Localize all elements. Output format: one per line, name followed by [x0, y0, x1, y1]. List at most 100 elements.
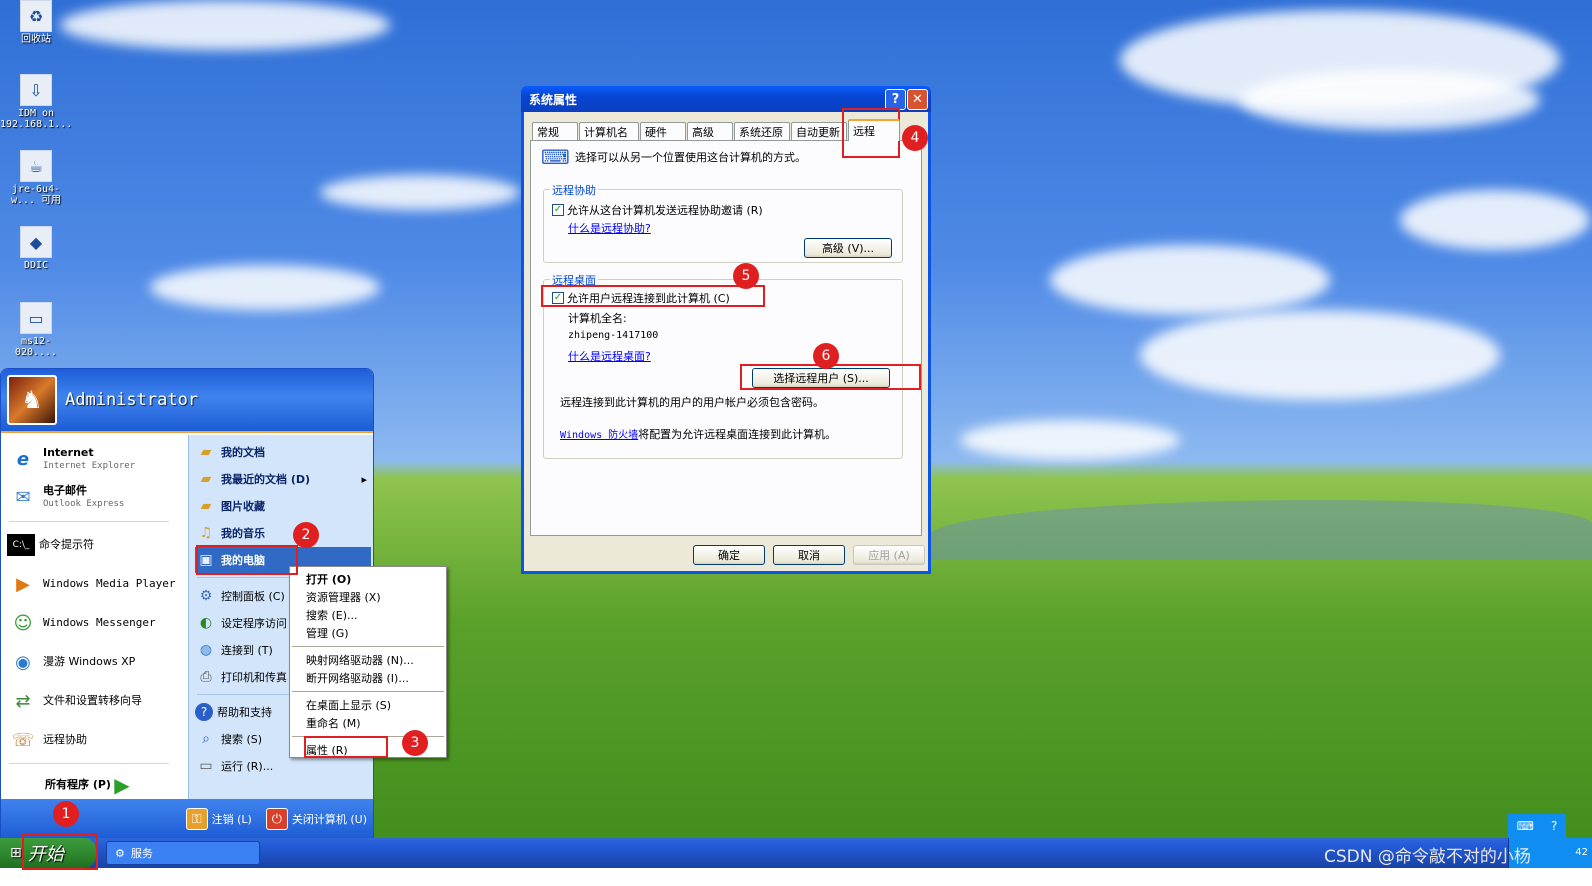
desktop-icon-ms12[interactable]: ▭ ms12-020....: [0, 302, 72, 358]
tab-system-restore[interactable]: 系统还原: [734, 122, 790, 140]
help-button[interactable]: ?: [885, 89, 906, 110]
transfer-wizard-icon: ⇄: [15, 690, 31, 712]
system-properties-dialog: 系统属性 ? ✕ 常规 计算机名 硬件 高级 系统还原 自动更新 远程 ⌨ 选择…: [521, 86, 931, 574]
ctx-disconnect-drive[interactable]: 断开网络驱动器 (I)...: [290, 669, 446, 687]
tab-general[interactable]: 常规: [532, 122, 578, 140]
all-programs-button[interactable]: 所有程序 (P) ▶: [41, 767, 161, 803]
allow-remote-assistance-checkbox[interactable]: ✓ 允许从这台计算机发送远程协助邀请 (R): [552, 202, 763, 218]
services-gear-icon: ⚙: [115, 846, 125, 860]
tray-clock: 42: [1575, 847, 1588, 858]
start-item-media-player[interactable]: ▶ Windows Media Player: [7, 566, 183, 602]
annotation-badge-4: 4: [902, 125, 928, 151]
recycle-bin-icon: ♻: [20, 0, 52, 32]
annotation-box-allow-remote: [541, 285, 765, 307]
start-place-music[interactable]: ♫ 我的音乐: [195, 520, 371, 546]
start-menu-separator: [9, 763, 169, 764]
firewall-note-text: 将配置为允许远程桌面连接到此计算机。: [638, 428, 837, 441]
start-place-label: 运行 (R)...: [221, 760, 274, 773]
ctx-separator: [292, 691, 444, 692]
tab-advanced[interactable]: 高级: [687, 122, 733, 140]
tab-remote[interactable]: 远程: [848, 119, 900, 141]
shutdown-button[interactable]: ⏻ 关闭计算机 (U): [265, 808, 367, 830]
watermark: CSDN @命令敲不对的小杨: [1324, 847, 1531, 867]
start-item-remote-assist[interactable]: ☏ 远程协助: [7, 722, 183, 758]
start-item-cmd[interactable]: C:\_ 命令提示符: [7, 527, 183, 563]
password-note: 远程连接到此计算机的用户的用户帐户必须包含密码。: [560, 396, 824, 409]
keyboard-icon[interactable]: ⌨: [1517, 819, 1534, 833]
key-icon: ⚿: [185, 808, 208, 830]
annotation-box-start: [22, 833, 98, 870]
start-item-internet[interactable]: e Internet Internet Explorer: [7, 441, 183, 477]
start-menu-separator: [9, 521, 169, 522]
search-icon: ⌕: [202, 731, 210, 747]
close-button[interactable]: ✕: [907, 89, 928, 110]
start-item-label: 文件和设置转移向导: [43, 694, 142, 707]
tab-computer-name[interactable]: 计算机名: [579, 122, 639, 140]
remote-assistance-legend: 远程协助: [550, 182, 598, 198]
remote-assistance-icon: ☏: [11, 729, 35, 751]
ctx-manage[interactable]: 管理 (G): [290, 624, 446, 642]
advanced-button[interactable]: 高级 (V)...: [804, 238, 892, 258]
printer-icon: ⎙: [200, 669, 212, 685]
what-is-remote-assistance-link[interactable]: 什么是远程协助?: [568, 220, 651, 236]
start-item-subtitle: Outlook Express: [43, 498, 125, 509]
start-place-label: 图片收藏: [221, 500, 265, 513]
ok-button[interactable]: 确定: [693, 545, 765, 565]
desktop-icon-idm[interactable]: ⇩ IDM on 192.168.1...: [0, 74, 72, 130]
ctx-map-drive[interactable]: 映射网络驱动器 (N)...: [290, 651, 446, 669]
start-item-transfer-wizard[interactable]: ⇄ 文件和设置转移向导: [7, 683, 183, 719]
folder-icon: ▰: [200, 471, 212, 487]
windows-firewall-link[interactable]: Windows 防火墙: [560, 430, 638, 441]
start-menu-left-pane: e Internet Internet Explorer ✉ 电子邮件 Outloo…: [1, 435, 187, 799]
desktop-icon-ddic[interactable]: ◆ DDIC: [0, 226, 72, 271]
start-place-label: 我的音乐: [221, 527, 265, 540]
context-menu: 打开 (O) 资源管理器 (X) 搜索 (E)... 管理 (G) 映射网络驱动…: [289, 566, 447, 758]
firewall-note: Windows 防火墙将配置为允许远程桌面连接到此计算机。: [560, 426, 836, 442]
help-tray-icon[interactable]: ?: [1551, 819, 1557, 833]
apply-button[interactable]: 应用 (A): [853, 545, 925, 565]
ctx-open[interactable]: 打开 (O): [290, 570, 446, 588]
annotation-badge-3: 3: [402, 730, 428, 756]
tab-hardware[interactable]: 硬件: [640, 122, 686, 140]
outlook-express-icon: ✉: [15, 486, 31, 508]
idm-icon: ⇩: [20, 74, 52, 106]
annotation-box-my-computer: [196, 545, 298, 575]
start-item-label: 漫游 Windows XP: [43, 655, 136, 668]
tab-automatic-updates[interactable]: 自动更新: [791, 122, 847, 140]
run-icon: ▭: [199, 758, 213, 774]
start-place-recent-documents[interactable]: ▰ 我最近的文档 (D) ▸: [195, 466, 371, 492]
desktop-icon-recycle-bin[interactable]: ♻ 回收站: [0, 0, 72, 45]
annotation-badge-6: 6: [813, 343, 839, 369]
java-icon: ☕: [20, 150, 52, 182]
cancel-button[interactable]: 取消: [773, 545, 845, 565]
start-item-label: 命令提示符: [39, 538, 94, 551]
what-is-remote-desktop-link[interactable]: 什么是远程桌面?: [568, 348, 651, 364]
remote-intro-text: 选择可以从另一个位置使用这台计算机的方式。: [575, 151, 806, 164]
user-name: Administrator: [65, 390, 199, 410]
command-prompt-icon: C:\_: [7, 534, 35, 556]
start-place-label: 帮助和支持: [217, 706, 272, 719]
start-item-tour[interactable]: ◉ 漫游 Windows XP: [7, 644, 183, 680]
ctx-search[interactable]: 搜索 (E)...: [290, 606, 446, 624]
logoff-button[interactable]: ⚿ 注销 (L): [185, 808, 252, 830]
ctx-show-on-desktop[interactable]: 在桌面上显示 (S): [290, 696, 446, 714]
start-item-email[interactable]: ✉ 电子邮件 Outlook Express: [7, 479, 183, 515]
messenger-icon: ☺: [13, 612, 33, 634]
start-item-messenger[interactable]: ☺ Windows Messenger: [7, 605, 183, 641]
start-place-pictures[interactable]: ▰ 图片收藏: [195, 493, 371, 519]
desktop-icon-label: 回收站: [21, 34, 51, 45]
desktop-icon-label: jre-6u4-w... 可用: [10, 184, 62, 206]
taskbar-item-services[interactable]: ⚙ 服务: [106, 841, 260, 865]
tray-overflow-panel: ⌨ ?: [1508, 814, 1566, 838]
dialog-title: 系统属性: [529, 92, 578, 107]
remote-tab-panel: ⌨ 选择可以从另一个位置使用这台计算机的方式。 远程协助 ✓ 允许从这台计算机发…: [530, 140, 922, 536]
start-item-title: 电子邮件: [43, 483, 87, 497]
ctx-separator: [292, 646, 444, 647]
start-place-label: 控制面板 (C): [221, 590, 285, 603]
checkbox-label: 允许从这台计算机发送远程协助邀请 (R): [567, 204, 763, 217]
start-place-label: 搜索 (S): [221, 733, 263, 746]
ctx-rename[interactable]: 重命名 (M): [290, 714, 446, 732]
ctx-explorer[interactable]: 资源管理器 (X): [290, 588, 446, 606]
desktop-icon-java[interactable]: ☕ jre-6u4-w... 可用: [0, 150, 72, 206]
start-place-my-documents[interactable]: ▰ 我的文档: [195, 439, 371, 465]
